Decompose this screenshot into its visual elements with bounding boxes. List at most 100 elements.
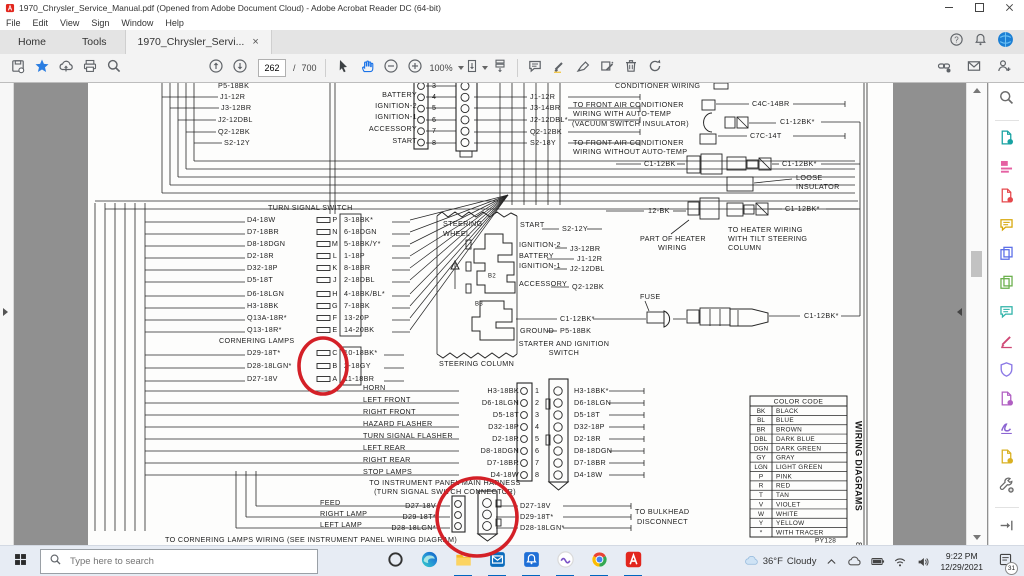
sign-tool-button[interactable] — [571, 57, 595, 79]
tab-document[interactable]: 1970_Chrysler_Servi... × — [125, 30, 272, 54]
diagram-shape — [317, 266, 330, 271]
zoom-level-dropdown[interactable]: 100% — [427, 57, 464, 79]
more-tools-tool-button[interactable] — [993, 476, 1021, 499]
favorite-star-button[interactable] — [30, 57, 54, 79]
export-pdf-tool-button[interactable] — [993, 129, 1021, 152]
start-button[interactable] — [0, 546, 40, 576]
menu-file[interactable]: File — [0, 18, 27, 28]
email-button[interactable] — [962, 57, 986, 79]
certificates-tool-button[interactable] — [993, 389, 1021, 412]
account-avatar[interactable] — [997, 31, 1014, 53]
share-with-people-button[interactable] — [992, 57, 1016, 79]
collapse-tools-panel-tool-button[interactable] — [993, 516, 1021, 539]
highlight-tool-button[interactable] — [547, 57, 571, 79]
tab-close-icon[interactable]: × — [252, 36, 258, 48]
diagram-text: 14-20BK — [344, 325, 374, 334]
search-input[interactable] — [68, 555, 282, 568]
vertical-scrollbar[interactable] — [966, 83, 987, 545]
taskbar-app-edge[interactable] — [412, 546, 446, 576]
tab-home[interactable]: Home — [0, 30, 64, 54]
zoom-out-button[interactable] — [379, 57, 403, 79]
menu-edit[interactable]: Edit — [27, 18, 55, 28]
hand-tool-button[interactable] — [355, 57, 379, 79]
menu-help[interactable]: Help — [159, 18, 190, 28]
help-icon[interactable]: ? — [949, 32, 964, 52]
diagram-shape — [483, 499, 492, 508]
fit-page-dropdown[interactable] — [464, 57, 488, 79]
select-tool-button[interactable] — [331, 57, 355, 79]
diagram-shape — [554, 423, 562, 431]
action-center-button[interactable]: 31 — [992, 546, 1018, 576]
diagram-shape — [701, 154, 722, 174]
diagram-text: STOP LAMPS — [363, 467, 412, 476]
scroll-down-button[interactable] — [973, 535, 981, 540]
volume-icon[interactable] — [915, 554, 931, 570]
expand-tools-panel-icon[interactable] — [957, 308, 962, 316]
create-pdf-tool-button[interactable] — [993, 187, 1021, 210]
search-button[interactable] — [102, 57, 126, 79]
diagram-shape — [759, 158, 771, 170]
find-tool-button[interactable] — [993, 89, 1021, 112]
diagram-text: J2-12DBL — [218, 115, 253, 124]
diagram-shape — [730, 309, 768, 326]
scrollbar-thumb[interactable] — [971, 251, 982, 277]
menu-sign[interactable]: Sign — [85, 18, 115, 28]
upload-cloud-button[interactable] — [54, 57, 78, 79]
save-button[interactable] — [6, 57, 30, 79]
menu-view[interactable]: View — [54, 18, 85, 28]
organize-pages-icon — [998, 274, 1015, 296]
taskbar-app-chrome[interactable] — [582, 546, 616, 576]
close-button[interactable] — [994, 0, 1024, 15]
fill-and-sign-tool-button[interactable] — [993, 332, 1021, 355]
wifi-icon[interactable] — [892, 554, 908, 570]
ai-assistant-tool-button[interactable] — [993, 303, 1021, 326]
diagram-text: J3-12BR — [221, 103, 251, 112]
edit-pdf-tool-button[interactable] — [993, 158, 1021, 181]
delete-button[interactable] — [619, 57, 643, 79]
next-page-button[interactable] — [228, 57, 252, 79]
weather-widget[interactable]: 36°F Cloudy — [744, 553, 817, 571]
print-button[interactable] — [78, 57, 102, 79]
page-display-button[interactable] — [488, 57, 512, 79]
scroll-up-button[interactable] — [973, 88, 981, 93]
taskbar-app-sticky-notes[interactable] — [548, 546, 582, 576]
expand-nav-pane-icon[interactable] — [3, 308, 8, 316]
maximize-button[interactable] — [964, 0, 994, 15]
combine-files-tool-button[interactable] — [993, 245, 1021, 268]
notifications-bell-icon[interactable] — [973, 32, 988, 52]
clock[interactable]: 9:22 PM 12/29/2021 — [940, 551, 983, 572]
previous-page-button[interactable] — [204, 57, 228, 79]
request-signatures-tool-button[interactable] — [993, 418, 1021, 441]
share-link-button[interactable] — [932, 57, 956, 79]
zoom-level-label: 100% — [430, 63, 453, 73]
onedrive-icon[interactable] — [846, 554, 862, 570]
hidden-icons-chevron[interactable] — [823, 554, 839, 570]
tab-tools[interactable]: Tools — [64, 30, 125, 54]
battery-icon[interactable] — [869, 554, 885, 570]
diagram-text: Q2-12BK — [218, 127, 250, 136]
diagram-text: CORNERING LAMPS — [219, 336, 295, 345]
page-number-input[interactable] — [258, 59, 286, 77]
minimize-button[interactable] — [934, 0, 964, 15]
diagram-text: J3-14BR — [530, 103, 560, 112]
zoom-in-button[interactable] — [403, 57, 427, 79]
stamp-tool-button[interactable] — [595, 57, 619, 79]
taskbar-search[interactable] — [40, 549, 318, 574]
nav-pane-strip[interactable] — [0, 83, 14, 545]
comment-tool-button[interactable] — [523, 57, 547, 79]
create-pdf-icon — [998, 187, 1015, 209]
refresh-button[interactable] — [643, 57, 667, 79]
taskbar-app-mail[interactable] — [480, 546, 514, 576]
protect-tool-button[interactable] — [993, 360, 1021, 383]
taskbar-app-your-phone[interactable] — [514, 546, 548, 576]
diagram-shape — [549, 482, 568, 490]
taskbar-app-file-explorer[interactable] — [446, 546, 480, 576]
request-signatures-icon — [998, 419, 1015, 441]
organize-pages-tool-button[interactable] — [993, 274, 1021, 297]
comment-tool-button[interactable] — [993, 216, 1021, 239]
taskbar-app-acrobat-reader[interactable] — [616, 546, 650, 576]
toolbar: / 700 100% — [0, 54, 1024, 83]
prepare-form-tool-button[interactable] — [993, 447, 1021, 470]
menu-window[interactable]: Window — [115, 18, 159, 28]
taskbar-app-cortana[interactable] — [378, 546, 412, 576]
